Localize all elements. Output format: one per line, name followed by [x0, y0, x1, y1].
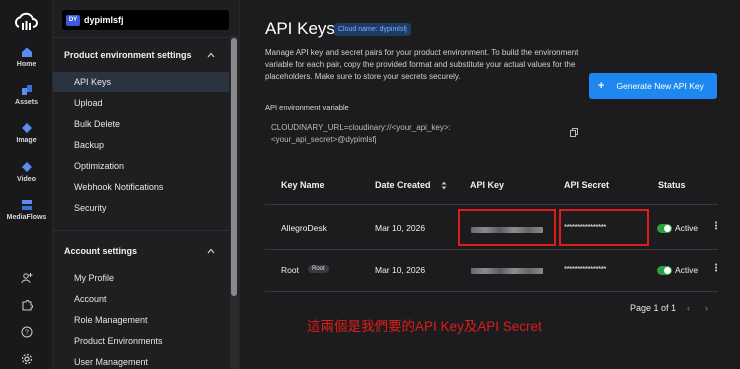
rail-assets[interactable]: Assets	[0, 84, 53, 106]
col-key-name: Key Name	[281, 180, 325, 190]
product-settings-heading[interactable]: Product environment settings	[64, 50, 192, 60]
copy-icon[interactable]	[570, 128, 578, 137]
env-avatar: DY	[66, 14, 80, 26]
main-content: API Keys Cloud name: dypimlsfj Manage AP…	[241, 0, 740, 369]
sidebar-item-upload[interactable]: Upload	[53, 93, 229, 113]
env-var-value: CLOUDINARY_URL=cloudinary://<your_api_ke…	[271, 123, 451, 144]
row2-status: Active	[675, 265, 699, 275]
sidebar-item-webhook-notifications[interactable]: Webhook Notifications	[53, 177, 229, 197]
generate-api-key-button[interactable]: + Generate New API Key	[589, 73, 717, 99]
sidebar-scrollbar-thumb[interactable]	[231, 38, 237, 296]
divider	[53, 230, 229, 231]
rail-label: Image	[16, 137, 37, 144]
environment-selector[interactable]: DY dypimlsfj	[62, 10, 229, 30]
col-status: Status	[658, 180, 686, 190]
api-key-highlight	[458, 209, 556, 246]
add-user-button[interactable]	[0, 272, 53, 284]
row2-status-toggle[interactable]	[657, 266, 672, 275]
video-icon	[21, 162, 32, 172]
sidebar-item-api-keys[interactable]: API Keys	[53, 72, 229, 92]
env-name: dypimlsfj	[84, 15, 124, 25]
api-secret-highlight	[559, 209, 649, 246]
cloud-name-badge: Cloud name: dypimlsfj	[334, 23, 411, 36]
annotation-text: 這兩個是我們要的API Key及API Secret	[307, 319, 542, 334]
pagination-label: Page 1 of 1	[630, 303, 677, 313]
rail-label: Home	[16, 61, 37, 68]
settings-icon	[21, 353, 32, 365]
plus-icon: +	[598, 80, 605, 92]
rail-home[interactable]: Home	[0, 46, 53, 68]
sidebar-item-bulk-delete[interactable]: Bulk Delete	[53, 114, 229, 134]
row1-key-name: AllegroDesk	[281, 223, 327, 233]
svg-text:?: ?	[25, 330, 29, 337]
chevron-up-icon[interactable]	[207, 52, 215, 58]
rail-label: Video	[17, 176, 36, 183]
row1-status-toggle[interactable]	[657, 224, 672, 233]
puzzle-icon	[22, 300, 33, 311]
mediaflows-icon	[21, 200, 32, 210]
generate-api-key-label: Generate New API Key	[616, 81, 704, 91]
rail-image[interactable]: Image	[0, 122, 53, 144]
icon-rail: Home Assets Image Video MediaFlows ?	[0, 0, 53, 369]
prev-page-icon[interactable]: ‹	[687, 303, 690, 313]
divider	[265, 249, 718, 250]
rail-video[interactable]: Video	[0, 161, 53, 183]
settings-sidebar: DY dypimlsfj Product environment setting…	[53, 0, 240, 369]
chevron-up-icon[interactable]	[207, 248, 215, 254]
divider	[265, 291, 718, 292]
rail-label: MediaFlows	[6, 214, 47, 221]
cloudinary-logo[interactable]	[13, 11, 39, 33]
sidebar-item-backup[interactable]: Backup	[53, 135, 229, 155]
rail-label: Assets	[15, 99, 38, 106]
sidebar-item-role-management[interactable]: Role Management	[53, 310, 229, 330]
sort-icon[interactable]	[441, 181, 447, 190]
divider	[53, 37, 229, 38]
settings-button[interactable]	[0, 353, 53, 365]
home-icon	[21, 47, 32, 57]
sidebar-item-product-environments[interactable]: Product Environments	[53, 331, 229, 351]
root-tag: Root	[308, 265, 329, 273]
page-description: Manage API key and secret pairs for your…	[265, 48, 579, 81]
sidebar-item-user-management[interactable]: User Management	[53, 352, 229, 369]
row2-more-icon[interactable]: ⋮	[711, 263, 721, 274]
sidebar-item-security[interactable]: Security	[53, 198, 229, 218]
row2-api-key-masked[interactable]	[471, 268, 543, 274]
page-title: API Keys	[265, 19, 335, 38]
account-settings-heading[interactable]: Account settings	[64, 246, 137, 256]
row1-date: Mar 10, 2026	[375, 223, 426, 233]
help-button[interactable]: ?	[0, 326, 53, 338]
col-api-key: API Key	[470, 180, 505, 190]
rail-mediaflows[interactable]: MediaFlows	[0, 199, 53, 221]
row1-more-icon[interactable]: ⋮	[711, 221, 721, 232]
sidebar-item-account[interactable]: Account	[53, 289, 229, 309]
integrations-button[interactable]	[0, 299, 53, 311]
row1-status: Active	[675, 223, 699, 233]
help-icon: ?	[21, 326, 32, 338]
env-var-label: API environment variable	[265, 103, 349, 112]
row2-date: Mar 10, 2026	[375, 265, 426, 275]
col-api-secret: API Secret	[564, 180, 610, 190]
divider	[265, 204, 718, 205]
sidebar-item-optimization[interactable]: Optimization	[53, 156, 229, 176]
add-user-icon	[21, 273, 32, 284]
next-page-icon[interactable]: ›	[705, 303, 708, 313]
row2-api-secret[interactable]: ****************	[564, 265, 606, 274]
image-icon	[21, 123, 32, 133]
assets-icon	[21, 85, 32, 95]
row2-key-name: Root	[281, 265, 299, 275]
sidebar-item-my-profile[interactable]: My Profile	[53, 268, 229, 288]
col-date-created[interactable]: Date Created	[375, 180, 431, 190]
